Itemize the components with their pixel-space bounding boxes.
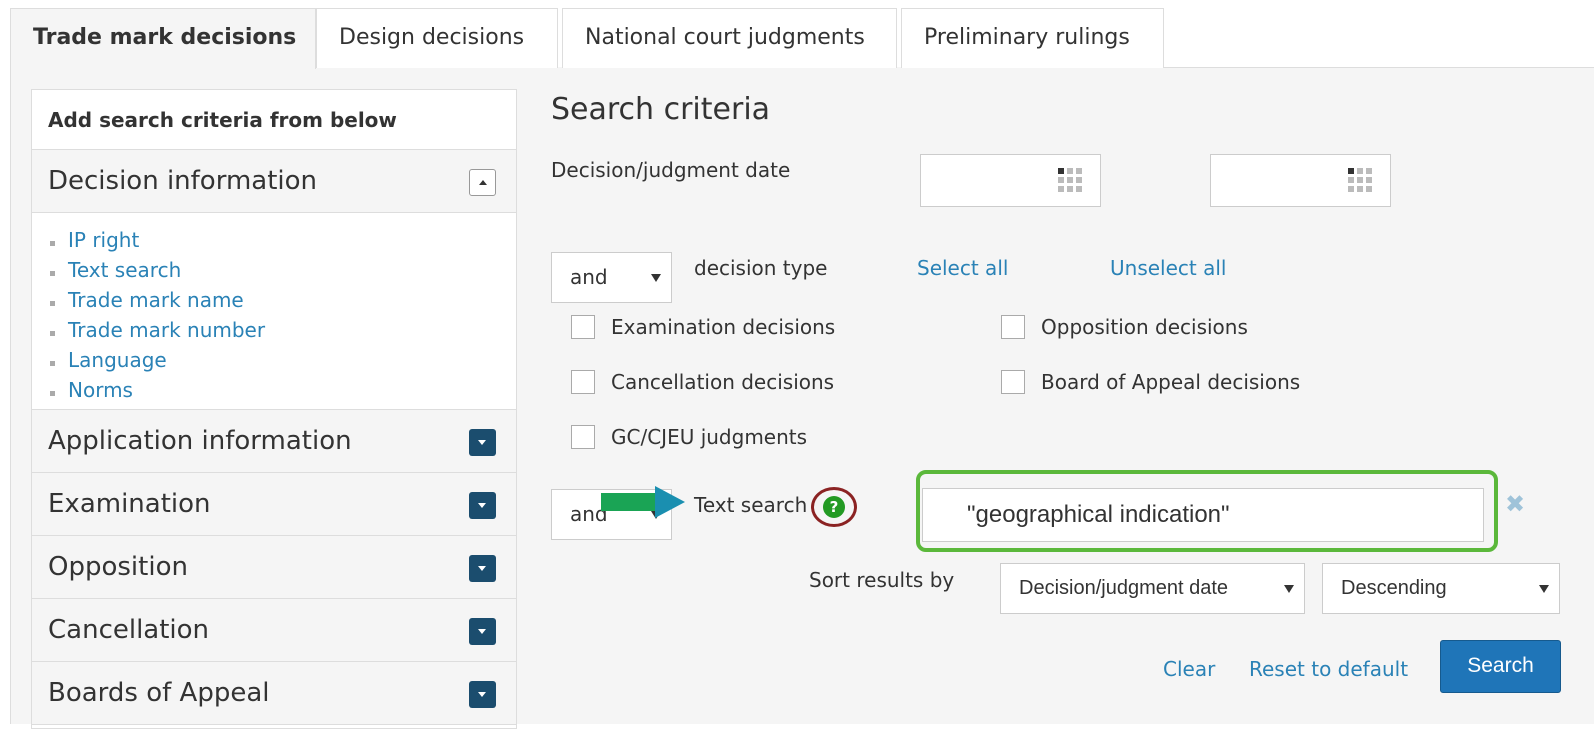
criteria-link-norms[interactable]: Norms xyxy=(48,375,516,405)
tab-trade-mark-decisions[interactable]: Trade mark decisions xyxy=(10,8,316,69)
tab-preliminary-rulings[interactable]: Preliminary rulings xyxy=(901,8,1164,68)
sort-order-value: Descending xyxy=(1341,577,1447,599)
calendar-icon[interactable] xyxy=(1348,168,1372,192)
checkbox-label: Cancellation decisions xyxy=(611,370,835,394)
tab-label: Preliminary rulings xyxy=(924,25,1130,50)
section-label: Decision information xyxy=(48,166,318,196)
sidebar-section-cancellation[interactable]: Cancellation xyxy=(32,599,516,662)
decision-type-label: decision type xyxy=(694,256,828,280)
criteria-link-trade-mark-name[interactable]: Trade mark name xyxy=(48,285,516,315)
tab-divider xyxy=(1163,67,1594,68)
help-icon[interactable]: ? xyxy=(823,496,845,518)
dropdown-arrow-icon xyxy=(1284,584,1294,593)
decision-information-list: IP right Text search Trade mark name Tra… xyxy=(32,213,516,410)
cancellation-decisions-checkbox[interactable] xyxy=(571,370,595,394)
tab-label: Design decisions xyxy=(339,25,525,50)
sidebar-heading: Add search criteria from below xyxy=(32,90,516,150)
sidebar-section-decision-information[interactable]: Decision information xyxy=(32,150,516,213)
section-label: Examination xyxy=(48,489,211,519)
tab-label: Trade mark decisions xyxy=(33,25,297,50)
sort-label: Sort results by xyxy=(809,568,955,592)
clear-link[interactable]: Clear xyxy=(1163,657,1215,681)
unselect-all-link[interactable]: Unselect all xyxy=(1110,256,1226,280)
dropdown-arrow-icon xyxy=(651,273,661,282)
tab-design-decisions[interactable]: Design decisions xyxy=(316,8,558,68)
board-of-appeal-decisions-checkbox[interactable] xyxy=(1001,370,1025,394)
criteria-link-trade-mark-number[interactable]: Trade mark number xyxy=(48,315,516,345)
select-all-link[interactable]: Select all xyxy=(917,256,1008,280)
tab-label: National court judgments xyxy=(585,25,865,50)
reset-to-default-link[interactable]: Reset to default xyxy=(1249,657,1408,681)
clear-text-icon[interactable]: ✖ xyxy=(1505,490,1525,518)
sidebar-section-examination[interactable]: Examination xyxy=(32,473,516,536)
section-label: Cancellation xyxy=(48,615,210,645)
date-to-field[interactable] xyxy=(1210,154,1391,207)
page-title: Search criteria xyxy=(551,92,771,127)
sort-field-select[interactable]: Decision/judgment date xyxy=(1000,563,1305,614)
sidebar-section-application-information[interactable]: Application information xyxy=(32,410,516,473)
criteria-link-text-search[interactable]: Text search xyxy=(48,255,516,285)
expand-icon[interactable] xyxy=(469,555,496,582)
expand-icon[interactable] xyxy=(469,429,496,456)
operator-value: and xyxy=(570,265,608,289)
section-label: Application information xyxy=(48,426,352,456)
calendar-icon[interactable] xyxy=(1058,168,1082,192)
section-label: Boards of Appeal xyxy=(48,678,270,708)
expand-icon[interactable] xyxy=(469,492,496,519)
checkbox-label: Examination decisions xyxy=(611,315,836,339)
checkbox-label: Board of Appeal decisions xyxy=(1041,370,1301,394)
section-label: Opposition xyxy=(48,552,188,582)
dropdown-arrow-icon xyxy=(1539,584,1549,593)
expand-icon[interactable] xyxy=(469,618,496,645)
date-from-field[interactable] xyxy=(920,154,1101,207)
criteria-sidebar: Add search criteria from below Decision … xyxy=(31,89,517,729)
sidebar-section-opposition[interactable]: Opposition xyxy=(32,536,516,599)
tab-national-court-judgments[interactable]: National court judgments xyxy=(562,8,897,68)
annotation-arrow-head-icon xyxy=(655,486,685,518)
text-search-label: Text search xyxy=(694,493,808,517)
sort-order-select[interactable]: Descending xyxy=(1322,563,1560,614)
checkbox-label: Opposition decisions xyxy=(1041,315,1248,339)
opposition-decisions-checkbox[interactable] xyxy=(1001,315,1025,339)
expand-icon[interactable] xyxy=(469,681,496,708)
checkbox-label: GC/CJEU judgments xyxy=(611,425,808,449)
annotation-arrow-icon xyxy=(601,493,657,511)
decision-type-operator-select[interactable]: and xyxy=(551,252,672,303)
search-button[interactable]: Search xyxy=(1440,640,1561,693)
criteria-link-language[interactable]: Language xyxy=(48,345,516,375)
criteria-link-ip-right[interactable]: IP right xyxy=(48,225,516,255)
date-label: Decision/judgment date xyxy=(551,158,791,182)
gc-cjeu-judgments-checkbox[interactable] xyxy=(571,425,595,449)
sidebar-section-boards-of-appeal[interactable]: Boards of Appeal xyxy=(32,662,516,725)
sort-field-value: Decision/judgment date xyxy=(1019,577,1229,599)
examination-decisions-checkbox[interactable] xyxy=(571,315,595,339)
collapse-icon[interactable] xyxy=(469,169,496,196)
text-search-input[interactable] xyxy=(922,488,1484,542)
